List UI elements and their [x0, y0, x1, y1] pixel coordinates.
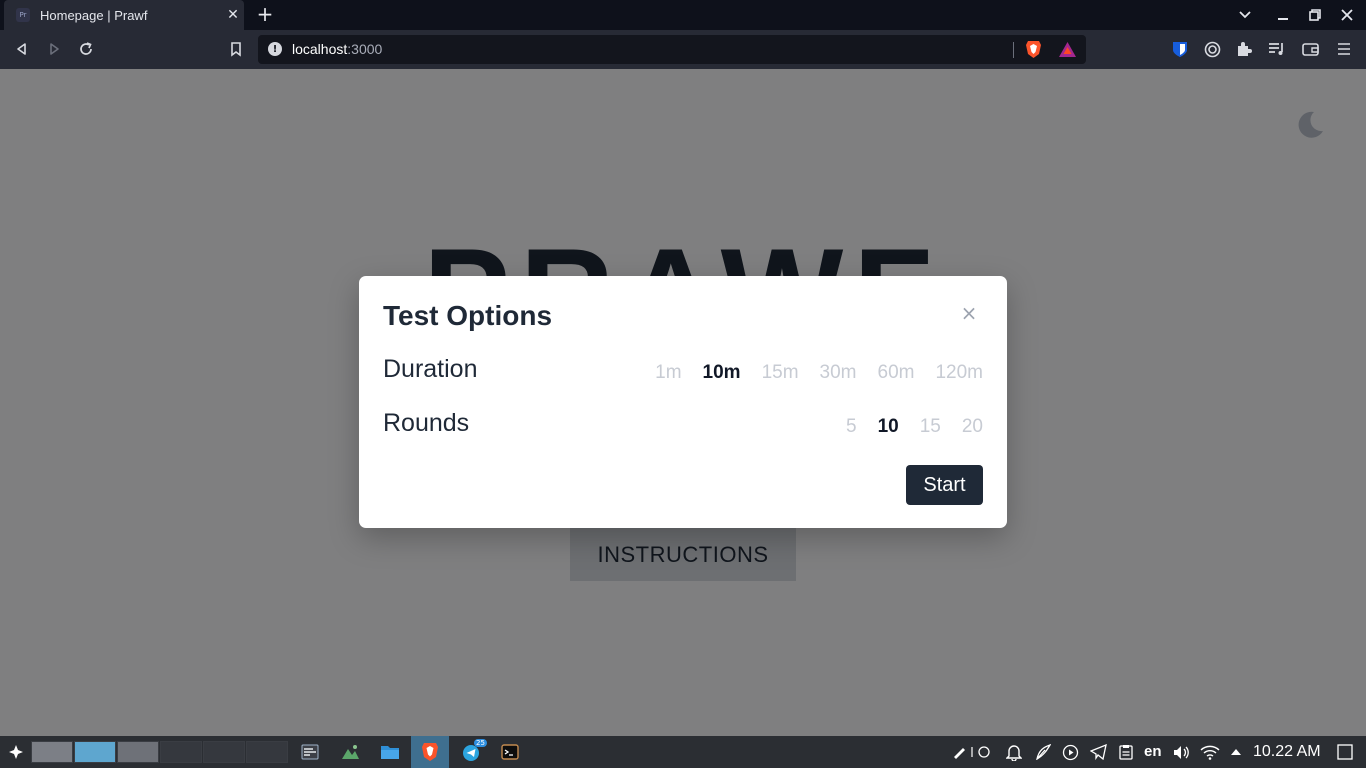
taskbar-clock[interactable]: 10.22 AM: [1253, 743, 1321, 761]
minimize-window-icon[interactable]: [1267, 0, 1299, 30]
extensions-puzzle-icon[interactable]: [1234, 39, 1254, 59]
vpn-extension-icon[interactable]: [1202, 39, 1222, 59]
url-divider: [1013, 42, 1014, 58]
rounds-option-15[interactable]: 15: [920, 416, 941, 438]
workspace-5[interactable]: [203, 741, 245, 763]
clipboard-tray-icon[interactable]: [1115, 736, 1137, 768]
telegram-unread-badge: 25: [474, 739, 487, 747]
test-options-modal: Test Options × Duration 1m 10m 15m 30m 6…: [359, 276, 1007, 528]
modal-title: Test Options: [383, 300, 553, 331]
workspace-3[interactable]: [117, 741, 159, 763]
rounds-options: 5 10 15 20: [825, 416, 983, 438]
desktop-taskbar: 25 en 10.22 AM: [0, 736, 1366, 768]
tab-close-icon[interactable]: ✕: [222, 7, 244, 23]
color-picker-tray-icon[interactable]: [950, 736, 992, 768]
duration-options: 1m 10m 15m 30m 60m 120m: [634, 362, 983, 384]
volume-tray-icon[interactable]: [1170, 736, 1192, 768]
workspace-2[interactable]: [74, 741, 116, 763]
browser-tab[interactable]: Pr Homepage | Prawf ✕: [4, 0, 244, 30]
duration-option-60m[interactable]: 60m: [878, 362, 915, 384]
duration-option-30m[interactable]: 30m: [820, 362, 857, 384]
back-icon[interactable]: [10, 38, 34, 60]
workspace-1[interactable]: [31, 741, 73, 763]
duration-label: Duration: [383, 355, 478, 383]
page-viewport: PRAWF INSTRUCTIONS Test Options × Durati…: [0, 69, 1366, 736]
rounds-option-5[interactable]: 5: [846, 416, 857, 438]
new-tab-button[interactable]: +: [254, 3, 276, 27]
restore-window-icon[interactable]: [1299, 0, 1331, 30]
duration-option-1m[interactable]: 1m: [655, 362, 681, 384]
wallet-icon[interactable]: [1300, 39, 1320, 59]
browser-toolbar: ! localhost:3000: [0, 30, 1366, 69]
modal-close-icon[interactable]: ×: [959, 303, 979, 323]
terminal-task-icon[interactable]: [498, 736, 522, 768]
rounds-label: Rounds: [383, 409, 470, 437]
tab-strip: Pr Homepage | Prawf ✕ +: [0, 0, 1366, 30]
url-host: localhost: [292, 41, 348, 57]
url-text: localhost:3000: [292, 41, 382, 57]
menu-icon[interactable]: [1334, 39, 1354, 59]
workspace-4[interactable]: [160, 741, 202, 763]
brave-shields-icon[interactable]: [1025, 40, 1042, 59]
wifi-tray-icon[interactable]: [1198, 736, 1222, 768]
bitwarden-extension-icon[interactable]: [1170, 39, 1190, 59]
url-port: :3000: [347, 41, 383, 57]
tab-search-chevron-icon[interactable]: [1229, 0, 1261, 30]
duration-option-15m[interactable]: 15m: [762, 362, 799, 384]
image-viewer-icon[interactable]: [338, 736, 362, 768]
media-player-tray-icon[interactable]: [1059, 736, 1081, 768]
kde-connect-tray-icon[interactable]: [1032, 736, 1054, 768]
show-desktop-icon[interactable]: [1334, 736, 1356, 768]
rounds-option-10[interactable]: 10: [878, 416, 899, 438]
reload-icon[interactable]: [74, 38, 98, 60]
close-window-icon[interactable]: [1331, 0, 1363, 30]
rounds-option-20[interactable]: 20: [962, 416, 983, 438]
address-bar[interactable]: ! localhost:3000: [258, 35, 1086, 64]
duration-option-120m[interactable]: 120m: [935, 362, 983, 384]
duration-option-10m[interactable]: 10m: [703, 362, 741, 384]
file-manager-icon[interactable]: [378, 736, 402, 768]
telegram-tray-icon[interactable]: [1087, 736, 1109, 768]
media-playlist-icon[interactable]: [1266, 39, 1286, 59]
site-info-icon[interactable]: !: [268, 42, 282, 56]
forward-icon[interactable]: [42, 38, 66, 60]
keyboard-layout-indicator[interactable]: en: [1144, 743, 1162, 760]
prawf-favicon-icon: Pr: [16, 8, 30, 22]
bookmark-icon[interactable]: [224, 38, 248, 60]
telegram-task-icon[interactable]: 25: [457, 736, 487, 768]
brave-rewards-icon[interactable]: [1058, 40, 1077, 59]
start-button[interactable]: Start: [906, 465, 983, 505]
tab-title: Homepage | Prawf: [40, 7, 148, 23]
tray-expand-arrow-icon[interactable]: [1227, 736, 1245, 768]
notifications-bell-icon[interactable]: [1003, 736, 1025, 768]
brave-browser-task-icon[interactable]: [411, 736, 449, 768]
app-launcher-icon[interactable]: [6, 736, 26, 768]
task-manager-icon[interactable]: [298, 736, 322, 768]
workspace-6[interactable]: [246, 741, 288, 763]
